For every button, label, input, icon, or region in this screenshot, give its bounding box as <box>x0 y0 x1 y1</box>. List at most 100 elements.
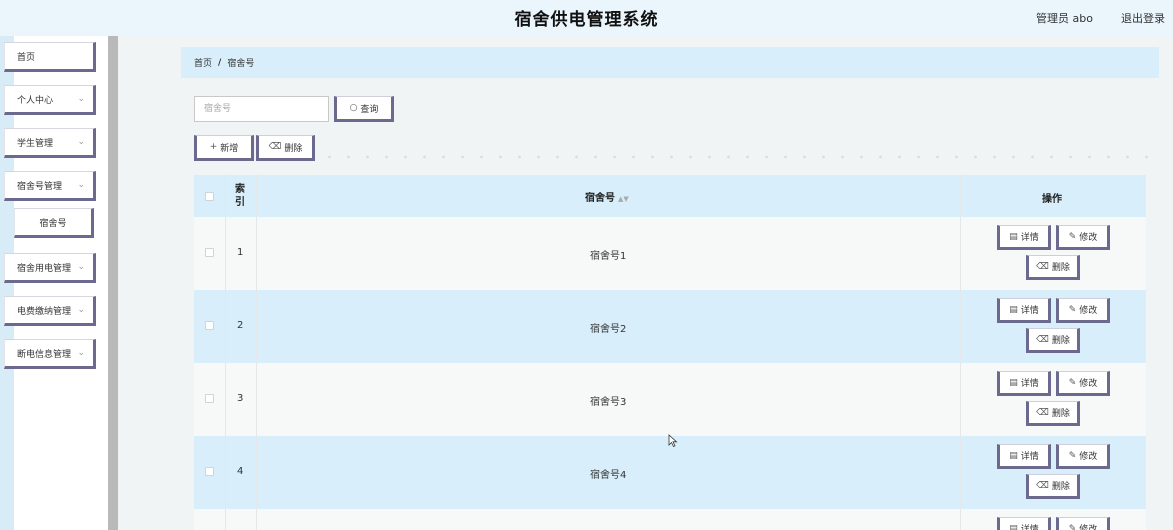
column-divider <box>960 217 961 290</box>
trash-icon: ⌫ <box>1036 480 1049 491</box>
top-header: 宿舍供电管理系统 管理员 abo 退出登录 <box>0 0 1173 36</box>
column-divider <box>960 436 961 509</box>
sidebar-item-label: 断电信息管理 <box>17 349 72 360</box>
current-user: 管理员 abo <box>1036 12 1093 25</box>
sidebar-item-label: 宿舍号 <box>39 218 67 229</box>
sidebar-item-profile[interactable]: 个人中心 ⌄ <box>4 85 96 115</box>
detail-label: 详情 <box>1020 233 1039 243</box>
app-title: 宿舍供电管理系统 <box>514 10 659 30</box>
select-all-checkbox[interactable] <box>205 192 214 201</box>
column-divider <box>960 509 961 530</box>
batch-delete-label: 删除 <box>284 143 303 154</box>
header-index: 索 引 <box>235 184 245 208</box>
column-divider <box>256 175 257 217</box>
trash-icon: ⌫ <box>268 142 282 152</box>
search-icon: ○ <box>349 103 358 113</box>
delete-label: 删除 <box>1051 482 1070 492</box>
breadcrumb-home[interactable]: 首页 <box>194 56 212 69</box>
edit-button[interactable]: ✎ 修改 <box>1056 371 1110 396</box>
edit-button[interactable]: ✎ 修改 <box>1056 517 1110 530</box>
row-index: 4 <box>237 466 244 477</box>
delete-button[interactable]: ⌫ 删除 <box>1026 255 1080 280</box>
edit-label: 修改 <box>1079 379 1098 389</box>
row-checkbox[interactable] <box>205 394 214 403</box>
trash-icon: ⌫ <box>1036 407 1049 418</box>
sidebar-item-dorm-management[interactable]: 宿舍号管理 ⌄ <box>4 171 96 201</box>
mouse-pointer-icon <box>668 434 678 448</box>
breadcrumb-separator: / <box>218 57 222 68</box>
row-index: 3 <box>237 393 244 404</box>
edit-label: 修改 <box>1079 525 1098 530</box>
sidebar-subitem-dorm[interactable]: 宿舍号 <box>14 208 94 238</box>
delete-button[interactable]: ⌫ 删除 <box>1026 474 1080 499</box>
document-icon: ▤ <box>1009 450 1018 461</box>
delete-button[interactable]: ⌫ 删除 <box>1026 401 1080 426</box>
edit-button[interactable]: ✎ 修改 <box>1056 444 1110 469</box>
add-button-label: 新增 <box>220 143 239 154</box>
column-divider <box>225 363 226 436</box>
chevron-down-icon: ⌄ <box>77 348 85 358</box>
edit-icon: ✎ <box>1068 304 1077 315</box>
edit-icon: ✎ <box>1068 377 1077 388</box>
document-icon: ▤ <box>1009 377 1018 388</box>
column-divider <box>960 363 961 436</box>
row-index: 2 <box>237 320 244 331</box>
column-divider <box>256 436 257 509</box>
trash-icon: ⌫ <box>1036 261 1049 272</box>
edit-icon: ✎ <box>1068 523 1077 530</box>
chevron-down-icon: ⌄ <box>77 180 85 190</box>
detail-label: 详情 <box>1020 379 1039 389</box>
detail-label: 详情 <box>1020 306 1039 316</box>
sidebar-item-label: 个人中心 <box>17 95 54 106</box>
column-divider <box>225 509 226 530</box>
edit-label: 修改 <box>1079 233 1098 243</box>
sidebar-item-students[interactable]: 学生管理 ⌄ <box>4 128 96 158</box>
sidebar-item-label: 宿舍用电管理 <box>17 263 72 274</box>
column-divider <box>256 217 257 290</box>
breadcrumb: 首页 / 宿舍号 <box>181 47 1159 78</box>
dorm-search-input[interactable] <box>194 96 329 122</box>
row-dorm: 宿舍号2 <box>590 324 627 335</box>
edit-label: 修改 <box>1079 452 1098 462</box>
search-button[interactable]: ○ 查询 <box>334 96 394 122</box>
search-button-label: 查询 <box>360 104 379 115</box>
header-dorm-label: 宿舍号 <box>585 193 615 204</box>
delete-label: 删除 <box>1051 409 1070 419</box>
row-dorm: 宿舍号3 <box>590 397 627 408</box>
detail-button[interactable]: ▤ 详情 <box>997 225 1051 250</box>
column-divider <box>960 290 961 363</box>
document-icon: ▤ <box>1009 304 1018 315</box>
detail-button[interactable]: ▤ 详情 <box>997 298 1051 323</box>
detail-button[interactable]: ▤ 详情 <box>997 371 1051 396</box>
column-divider <box>960 175 961 217</box>
header-actions: 操作 <box>1042 194 1062 205</box>
batch-delete-button[interactable]: ⌫ 删除 <box>256 135 315 161</box>
decorative-dots <box>320 155 1150 159</box>
add-button[interactable]: + 新增 <box>194 135 254 161</box>
detail-button[interactable]: ▤ 详情 <box>997 517 1051 530</box>
row-checkbox[interactable] <box>205 321 214 330</box>
row-checkbox[interactable] <box>205 467 214 476</box>
plus-icon: + <box>209 142 218 152</box>
column-divider <box>225 217 226 290</box>
column-divider <box>225 436 226 509</box>
sidebar-scrollbar[interactable] <box>108 36 118 530</box>
column-divider <box>256 509 257 530</box>
sidebar-item-power-outage[interactable]: 断电信息管理 ⌄ <box>4 339 96 369</box>
table-row: 2 宿舍号2 ▤ 详情 ✎ 修改 ⌫ 删除 <box>194 290 1146 363</box>
sidebar-item-home[interactable]: 首页 <box>4 42 96 72</box>
edit-button[interactable]: ✎ 修改 <box>1056 225 1110 250</box>
sidebar-item-electricity-usage[interactable]: 宿舍用电管理 ⌄ <box>4 253 96 283</box>
sort-icon[interactable]: ▲▼ <box>618 195 629 203</box>
header-dorm[interactable]: 宿舍号 ▲▼ <box>585 189 629 204</box>
edit-button[interactable]: ✎ 修改 <box>1056 298 1110 323</box>
chevron-down-icon: ⌄ <box>77 305 85 315</box>
breadcrumb-current: 宿舍号 <box>227 59 255 69</box>
delete-button[interactable]: ⌫ 删除 <box>1026 328 1080 353</box>
logout-link[interactable]: 退出登录 <box>1121 10 1165 26</box>
detail-button[interactable]: ▤ 详情 <box>997 444 1051 469</box>
sidebar-item-fee-payment[interactable]: 电费缴纳管理 ⌄ <box>4 296 96 326</box>
chevron-down-icon: ⌄ <box>77 94 85 104</box>
row-checkbox[interactable] <box>205 248 214 257</box>
table-row: ▤ 详情 ✎ 修改 <box>194 509 1146 530</box>
